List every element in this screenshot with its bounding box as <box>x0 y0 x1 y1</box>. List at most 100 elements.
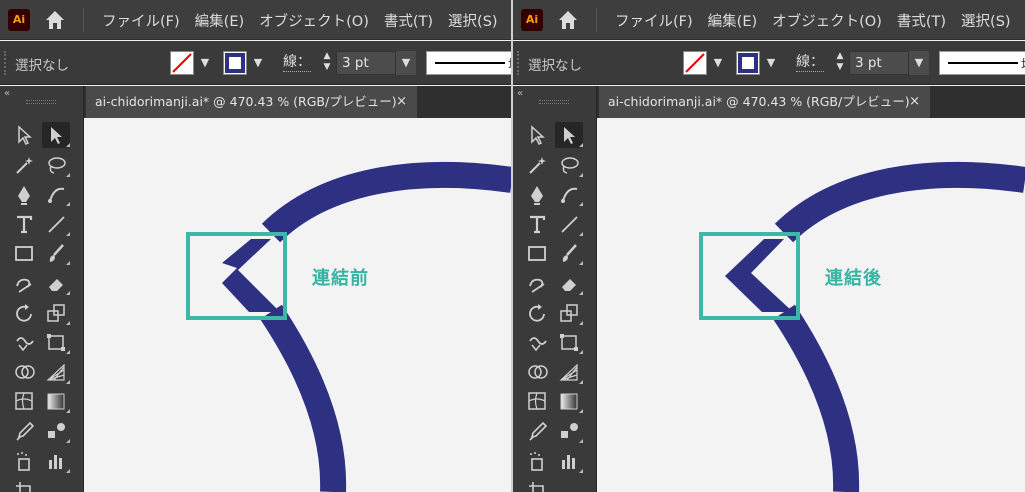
eraser-tool-icon[interactable] <box>555 270 583 296</box>
shaper-tool-icon[interactable] <box>523 270 551 296</box>
free-transform-tool-icon[interactable] <box>42 329 70 355</box>
paintbrush-tool-icon[interactable] <box>555 240 583 266</box>
menu-edit[interactable]: 編集(E) <box>708 10 757 31</box>
direct-selection-tool-icon[interactable] <box>10 122 38 148</box>
artboard-tool-icon[interactable] <box>523 477 551 492</box>
none-fill-icon <box>685 53 705 73</box>
close-icon[interactable]: × <box>909 86 920 118</box>
collapse-panel-icon[interactable]: « <box>517 88 523 99</box>
menu-object[interactable]: オブジェクト(O) <box>772 10 882 31</box>
magic-wand-tool-icon[interactable] <box>10 152 38 178</box>
curvature-tool-icon[interactable] <box>555 181 583 207</box>
blend-tool-icon[interactable] <box>42 418 70 444</box>
perspective-grid-tool-icon[interactable] <box>42 359 70 385</box>
fill-swatch[interactable] <box>170 51 194 75</box>
menu-type[interactable]: 書式(T) <box>384 10 433 31</box>
menu-select[interactable]: 選択(S) <box>448 10 498 31</box>
artboard-tool-icon[interactable] <box>10 477 38 492</box>
rotate-tool-icon[interactable] <box>523 300 551 326</box>
lasso-tool-icon[interactable] <box>42 152 70 178</box>
home-icon[interactable] <box>44 9 66 31</box>
artboard-canvas[interactable]: 連結後 <box>598 118 1025 492</box>
lasso-tool-icon[interactable] <box>555 152 583 178</box>
gradient-tool-icon[interactable] <box>555 388 583 414</box>
control-bar: 選択なし ▼ ▼ 線： ▲▼ 3 pt ▼ 均 <box>0 41 512 85</box>
stroke-weight-field[interactable]: 3 pt <box>849 51 909 75</box>
symbol-sprayer-tool-icon[interactable] <box>10 448 38 474</box>
direct-selection-tool-icon[interactable] <box>523 122 551 148</box>
close-icon[interactable]: × <box>396 86 407 118</box>
stroke-label[interactable]: 線： <box>796 53 824 72</box>
stroke-swatch[interactable] <box>223 51 247 75</box>
rotate-tool-icon[interactable] <box>10 300 38 326</box>
document-tab[interactable]: ai-chidorimanji.ai* @ 470.43 % (RGB/プレビュ… <box>86 86 417 118</box>
shape-builder-tool-icon[interactable] <box>10 359 38 385</box>
mesh-tool-icon[interactable] <box>10 388 38 414</box>
symbol-sprayer-tool-icon[interactable] <box>523 448 551 474</box>
blend-tool-icon[interactable] <box>555 418 583 444</box>
menu-file[interactable]: ファイル(F) <box>102 10 180 31</box>
fill-dropdown[interactable]: ▼ <box>196 51 214 75</box>
highlight-box <box>186 232 287 320</box>
scale-tool-icon[interactable] <box>555 300 583 326</box>
menu-object[interactable]: オブジェクト(O) <box>259 10 369 31</box>
shape-builder-tool-icon[interactable] <box>523 359 551 385</box>
stroke-profile-preview[interactable]: 均 <box>939 51 1025 75</box>
state-label-before: 連結前 <box>312 268 369 289</box>
curvature-tool-icon[interactable] <box>42 181 70 207</box>
eyedropper-tool-icon[interactable] <box>10 418 38 444</box>
home-icon[interactable] <box>557 9 579 31</box>
gradient-tool-icon[interactable] <box>42 388 70 414</box>
stroke-swatch[interactable] <box>736 51 760 75</box>
type-tool-icon[interactable] <box>10 211 38 237</box>
tools-grip[interactable] <box>26 100 56 104</box>
control-grip[interactable] <box>4 51 6 75</box>
line-segment-tool-icon[interactable] <box>42 211 70 237</box>
stroke-weight-stepper[interactable]: ▲ ▼ <box>831 51 849 75</box>
stroke-dropdown[interactable]: ▼ <box>762 51 780 75</box>
stroke-label[interactable]: 線： <box>283 53 311 72</box>
selection-tool-icon[interactable] <box>555 122 583 148</box>
selection-status: 選択なし <box>528 58 582 74</box>
column-graph-tool-icon[interactable] <box>42 448 70 474</box>
artboard-canvas[interactable]: 連結前 <box>85 118 512 492</box>
stroke-weight-stepper[interactable]: ▲ ▼ <box>318 51 336 75</box>
stroke-profile-preview[interactable]: 均 <box>426 51 512 75</box>
fill-swatch[interactable] <box>683 51 707 75</box>
app-logo: Ai <box>521 9 543 31</box>
magic-wand-tool-icon[interactable] <box>523 152 551 178</box>
free-transform-tool-icon[interactable] <box>555 329 583 355</box>
warp-tool-icon[interactable] <box>523 329 551 355</box>
menu-bar: Ai ファイル(F) 編集(E) オブジェクト(O) 書式(T) 選択(S) <box>0 0 512 40</box>
menu-type[interactable]: 書式(T) <box>897 10 946 31</box>
control-grip[interactable] <box>517 51 519 75</box>
eyedropper-tool-icon[interactable] <box>523 418 551 444</box>
document-tab[interactable]: ai-chidorimanji.ai* @ 470.43 % (RGB/プレビュ… <box>599 86 930 118</box>
column-graph-tool-icon[interactable] <box>555 448 583 474</box>
pen-tool-icon[interactable] <box>10 181 38 207</box>
stroke-dropdown[interactable]: ▼ <box>249 51 267 75</box>
collapse-panel-icon[interactable]: « <box>4 88 10 99</box>
pen-tool-icon[interactable] <box>523 181 551 207</box>
menu-file[interactable]: ファイル(F) <box>615 10 693 31</box>
eraser-tool-icon[interactable] <box>42 270 70 296</box>
tools-grip[interactable] <box>539 100 569 104</box>
stroke-weight-field[interactable]: 3 pt <box>336 51 396 75</box>
rectangle-tool-icon[interactable] <box>10 240 38 266</box>
shaper-tool-icon[interactable] <box>10 270 38 296</box>
warp-tool-icon[interactable] <box>10 329 38 355</box>
rectangle-tool-icon[interactable] <box>523 240 551 266</box>
scale-tool-icon[interactable] <box>42 300 70 326</box>
menu-edit[interactable]: 編集(E) <box>195 10 244 31</box>
stroke-weight-dropdown[interactable]: ▼ <box>396 51 416 75</box>
perspective-grid-tool-icon[interactable] <box>555 359 583 385</box>
menu-select[interactable]: 選択(S) <box>961 10 1011 31</box>
none-fill-icon <box>172 53 192 73</box>
mesh-tool-icon[interactable] <box>523 388 551 414</box>
paintbrush-tool-icon[interactable] <box>42 240 70 266</box>
type-tool-icon[interactable] <box>523 211 551 237</box>
stroke-weight-dropdown[interactable]: ▼ <box>909 51 929 75</box>
selection-tool-icon[interactable] <box>42 122 70 148</box>
fill-dropdown[interactable]: ▼ <box>709 51 727 75</box>
line-segment-tool-icon[interactable] <box>555 211 583 237</box>
